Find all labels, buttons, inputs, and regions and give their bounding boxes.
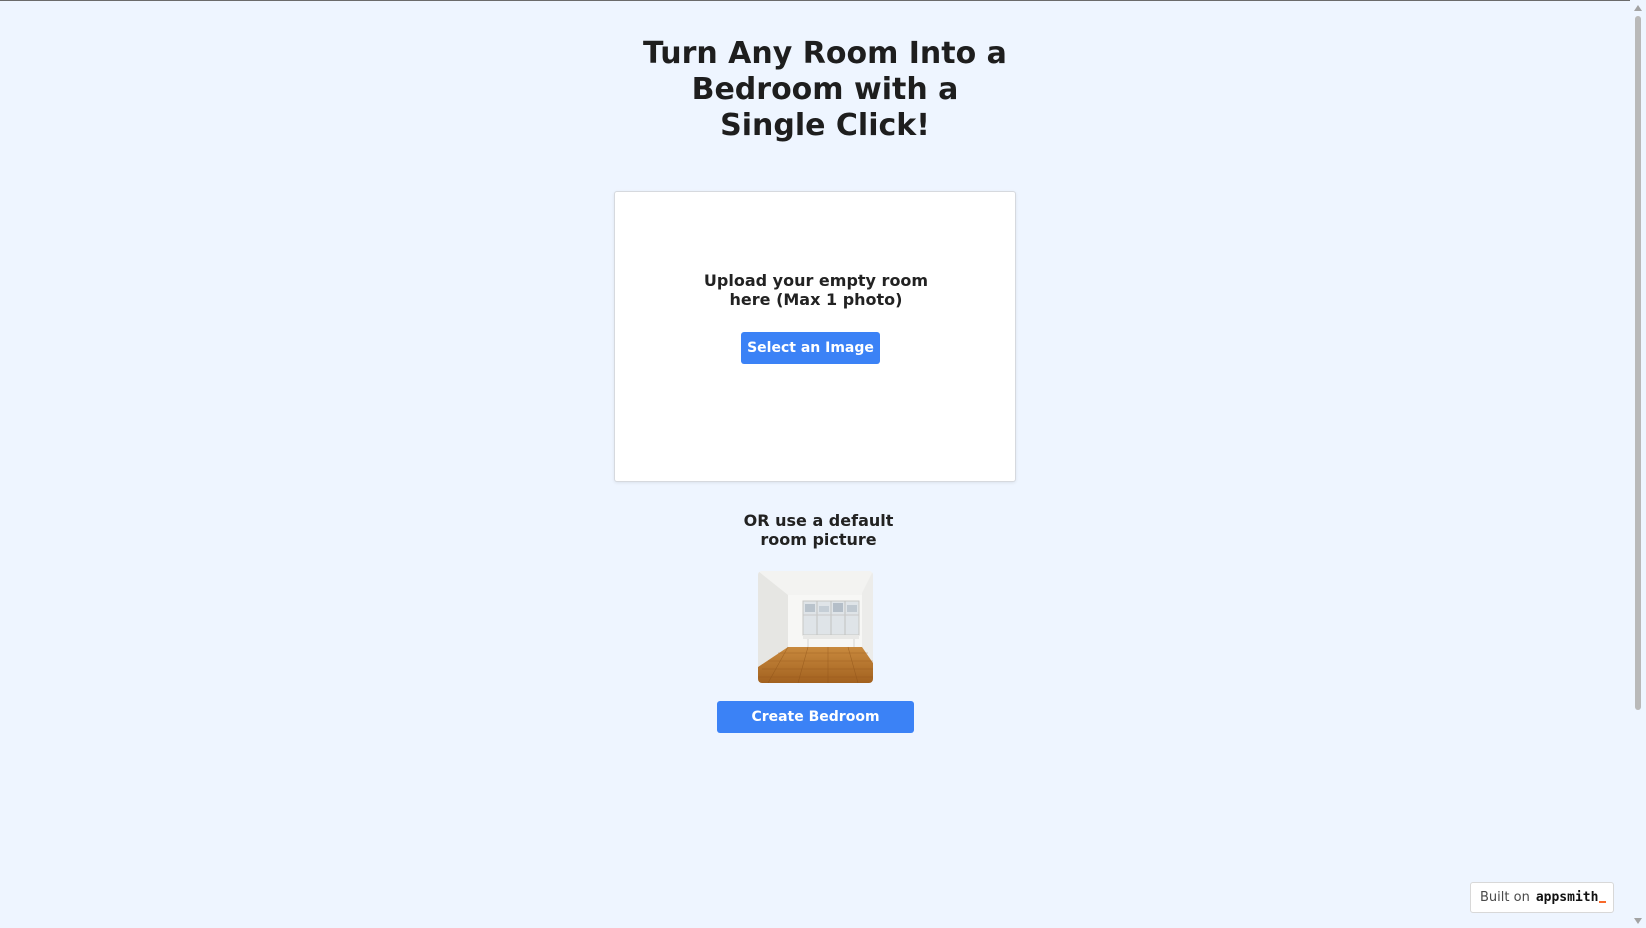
default-room-label-line-2: room picture: [760, 530, 877, 549]
create-bedroom-button[interactable]: Create Bedroom: [717, 701, 914, 733]
select-image-button[interactable]: Select an Image: [741, 332, 880, 364]
default-room-label-line-1: OR use a default: [743, 511, 894, 530]
page-title-line-2: Bedroom with a: [691, 72, 959, 107]
page-title: Turn Any Room Into a Bedroom with a Sing…: [600, 36, 1050, 144]
room-photo-icon: [758, 571, 873, 683]
vertical-scrollbar[interactable]: [1630, 0, 1646, 928]
upload-instructions-line-2: here (Max 1 photo): [729, 290, 903, 309]
scroll-up-arrow-icon[interactable]: [1634, 5, 1642, 11]
scroll-down-arrow-icon[interactable]: [1634, 918, 1642, 924]
page-title-line-1: Turn Any Room Into a: [643, 36, 1007, 71]
top-border: [0, 0, 1646, 1]
built-on-appsmith-badge[interactable]: Built on appsmith: [1470, 882, 1614, 913]
default-room-image[interactable]: [758, 571, 873, 683]
default-room-label: OR use a default room picture: [690, 511, 947, 549]
upload-instructions-line-1: Upload your empty room: [703, 271, 929, 290]
appsmith-cursor-icon: [1599, 900, 1607, 903]
page-title-line-3: Single Click!: [720, 108, 930, 143]
upload-card: Upload your empty room here (Max 1 photo…: [614, 191, 1016, 482]
appsmith-logo: appsmith: [1535, 890, 1599, 905]
built-on-text: Built on: [1480, 890, 1530, 905]
scroll-thumb[interactable]: [1635, 16, 1641, 710]
upload-instructions: Upload your empty room here (Max 1 photo…: [655, 271, 977, 309]
